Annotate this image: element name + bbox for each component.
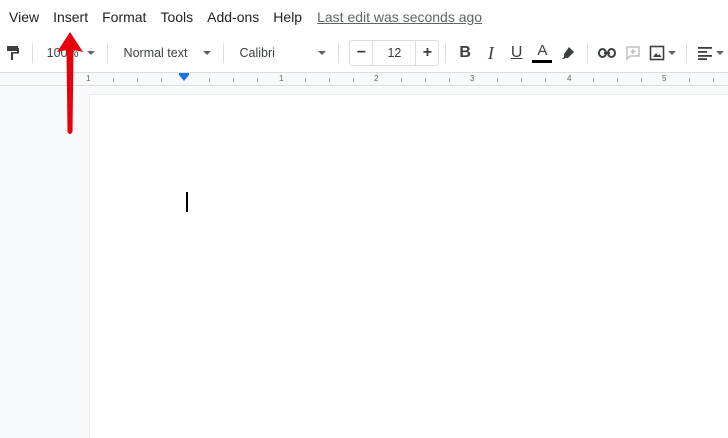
insert-image-button[interactable]: [647, 39, 678, 67]
ruler-tick: [545, 78, 546, 82]
menu-view[interactable]: View: [0, 0, 46, 34]
ruler-tick: [329, 78, 330, 82]
left-indent-handle[interactable]: [179, 75, 189, 81]
chevron-down-icon: [716, 51, 725, 55]
ruler-label: 2: [374, 74, 379, 83]
image-icon: [650, 45, 665, 61]
ruler-tick: [401, 78, 402, 82]
last-edit-link[interactable]: Last edit was seconds ago: [317, 9, 482, 25]
toolbar-divider: [31, 43, 33, 63]
align-button[interactable]: [695, 39, 726, 67]
menu-bar: View Insert Format Tools Add-ons Help La…: [0, 0, 728, 34]
text-color-icon: A: [537, 42, 548, 59]
ruler-tick: [353, 78, 354, 82]
ruler-tick: [113, 78, 114, 82]
ruler-label: 1: [279, 74, 284, 83]
text-color-button[interactable]: A: [532, 39, 554, 67]
align-left-icon: [698, 47, 713, 60]
ruler-tick: [521, 78, 522, 82]
ruler-label: 3: [470, 74, 475, 83]
toolbar-divider: [587, 43, 588, 63]
bold-button[interactable]: B: [454, 39, 476, 67]
ruler-tick: [257, 78, 258, 82]
ruler-label: 4: [567, 74, 572, 83]
underline-button[interactable]: U: [506, 39, 528, 67]
ruler-tick: [425, 78, 426, 82]
ruler-tick: [161, 78, 162, 82]
toolbar-divider: [445, 43, 447, 63]
ruler-tick: [713, 78, 714, 82]
document-canvas: [0, 87, 728, 438]
chevron-down-icon: [86, 51, 95, 55]
font-size-stepper: − 12 +: [349, 40, 440, 66]
increase-font-size-button[interactable]: +: [415, 40, 440, 66]
ruler-tick: [617, 78, 618, 82]
menu-insert[interactable]: Insert: [46, 0, 95, 34]
menu-add-ons[interactable]: Add-ons: [200, 0, 266, 34]
ruler-label: 5: [662, 74, 667, 83]
text-cursor: [186, 192, 188, 212]
highlight-color-icon[interactable]: [557, 39, 579, 67]
italic-button[interactable]: I: [480, 39, 502, 67]
ruler-label: 1: [86, 74, 91, 83]
toolbar-divider: [106, 43, 108, 63]
chevron-down-icon: [318, 51, 327, 55]
ruler-tick: [209, 78, 210, 82]
text-color-swatch: [532, 60, 553, 63]
font-size-input[interactable]: 12: [373, 40, 416, 66]
toolbar-divider: [686, 43, 688, 63]
ruler-tick: [233, 78, 234, 82]
ruler-tick: [449, 78, 450, 82]
paragraph-style-select[interactable]: Normal text: [114, 39, 217, 67]
ruler-tick: [305, 78, 306, 82]
ruler-tick: [641, 78, 642, 82]
chevron-down-icon: [202, 51, 211, 55]
font-select[interactable]: Calibri: [229, 39, 332, 67]
menu-format[interactable]: Format: [95, 0, 153, 34]
toolbar: 100% Normal text Calibri − 12 + B I U A: [0, 34, 728, 72]
annotation-arrow-icon: [57, 32, 83, 134]
menu-tools[interactable]: Tools: [153, 0, 200, 34]
font-value: Calibri: [239, 46, 275, 60]
add-comment-icon[interactable]: [622, 39, 644, 67]
decrease-font-size-button[interactable]: −: [349, 40, 374, 66]
ruler-tick: [689, 78, 690, 82]
menu-help[interactable]: Help: [266, 0, 309, 34]
paint-format-icon[interactable]: [2, 39, 24, 67]
ruler-tick: [497, 78, 498, 82]
horizontal-ruler[interactable]: 1 1 2 3 4 5: [0, 72, 728, 86]
ruler-tick: [593, 78, 594, 82]
insert-link-icon[interactable]: [596, 39, 618, 67]
toolbar-divider: [222, 43, 224, 63]
toolbar-divider: [338, 43, 340, 63]
paragraph-style-value: Normal text: [123, 46, 188, 60]
chevron-down-icon: [668, 51, 677, 55]
ruler-tick: [137, 78, 138, 82]
document-page[interactable]: [90, 95, 728, 438]
